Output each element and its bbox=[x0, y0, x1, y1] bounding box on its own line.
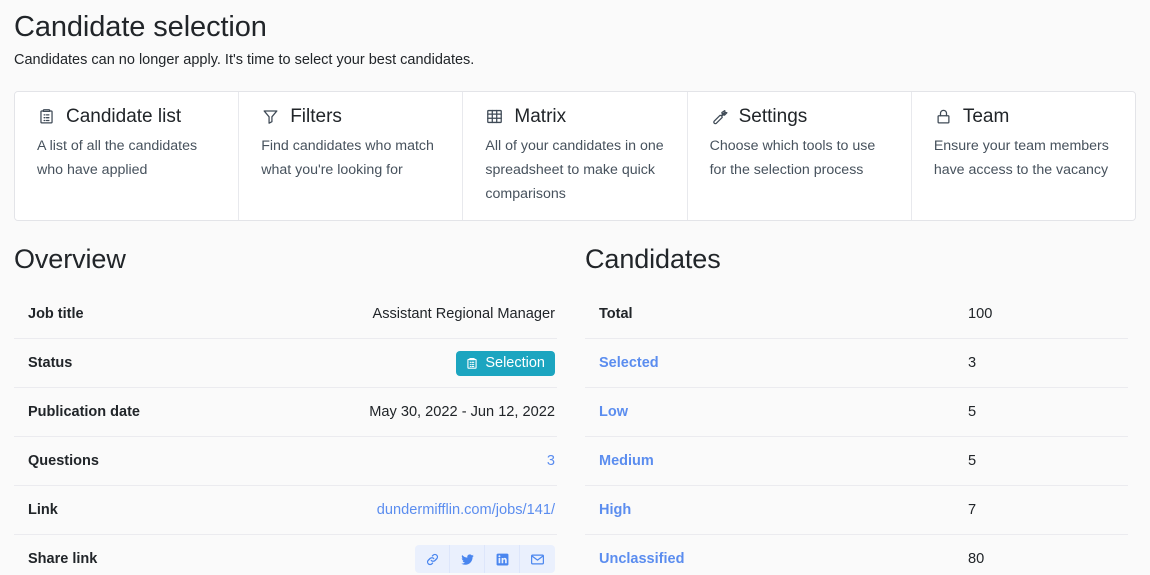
row-label: Total bbox=[599, 306, 633, 323]
row-value: 80 bbox=[968, 551, 985, 568]
share-email-button[interactable] bbox=[520, 545, 555, 574]
nav-card-description: Choose which tools to use for the select… bbox=[709, 138, 876, 179]
nav-card-candidate-list[interactable]: Candidate list A list of all the candida… bbox=[15, 91, 240, 220]
row-value: 7 bbox=[968, 502, 977, 519]
nav-card-header: Candidate list bbox=[37, 106, 218, 129]
row-label: Job title bbox=[28, 306, 84, 323]
candidates-row-high: High 7 bbox=[585, 486, 1128, 536]
candidates-row-low: Low 5 bbox=[585, 388, 1128, 438]
link-icon bbox=[425, 552, 440, 567]
nav-card-title: Team bbox=[962, 105, 1010, 127]
nav-card-title: Settings bbox=[738, 105, 808, 127]
overview-row-job-title: Job title Assistant Regional Manager bbox=[14, 290, 557, 340]
overview-title: Overview bbox=[14, 243, 126, 274]
candidates-section: Candidates Total 100 Selected 3 Low 5 Me… bbox=[585, 243, 1128, 575]
nav-card-team[interactable]: Team Ensure your team members have acces… bbox=[911, 91, 1135, 220]
overview-row-questions: Questions 3 bbox=[14, 437, 557, 487]
linkedin-icon bbox=[495, 552, 510, 567]
lock-icon bbox=[934, 107, 953, 126]
nav-card-title: Filters bbox=[290, 105, 342, 127]
candidates-filter-high[interactable]: High bbox=[599, 502, 631, 518]
share-linkedin-button[interactable] bbox=[485, 545, 520, 574]
nav-card-title: Candidate list bbox=[66, 105, 182, 127]
row-label: Link bbox=[28, 502, 58, 519]
row-value: 3 bbox=[968, 355, 977, 372]
candidates-row-total: Total 100 bbox=[585, 290, 1128, 340]
overview-section: Overview Job title Assistant Regional Ma… bbox=[14, 243, 557, 575]
clipboard-list-icon bbox=[465, 356, 479, 371]
wrench-icon bbox=[710, 107, 729, 126]
nav-card-matrix[interactable]: Matrix All of your candidates in one spr… bbox=[463, 91, 688, 220]
copy-link-button[interactable] bbox=[415, 545, 450, 574]
row-label: Status bbox=[28, 355, 73, 372]
row-label: Questions bbox=[28, 453, 99, 470]
row-value: 100 bbox=[968, 306, 993, 323]
nav-card-title: Matrix bbox=[514, 105, 567, 127]
page-root: Candidate selection Candidates can no lo… bbox=[0, 0, 1150, 575]
twitter-icon bbox=[460, 552, 475, 567]
questions-count-link[interactable]: 3 bbox=[547, 453, 555, 469]
candidates-row-medium: Medium 5 bbox=[585, 437, 1128, 487]
envelope-icon bbox=[530, 552, 545, 567]
overview-row-publication-date: Publication date May 30, 2022 - Jun 12, … bbox=[14, 388, 557, 438]
candidates-title: Candidates bbox=[585, 243, 721, 274]
table-grid-icon bbox=[485, 107, 504, 126]
nav-card-description: Find candidates who match what you're lo… bbox=[261, 138, 434, 179]
candidates-filter-unclassified[interactable]: Unclassified bbox=[599, 551, 684, 567]
nav-card-header: Filters bbox=[261, 106, 442, 129]
clipboard-list-icon bbox=[37, 107, 56, 126]
row-label: Share link bbox=[28, 551, 98, 568]
vacancy-url-link[interactable]: dundermifflin.com/jobs/141/ bbox=[377, 502, 555, 518]
nav-card-settings[interactable]: Settings Choose which tools to use for t… bbox=[687, 91, 912, 220]
detail-columns: Overview Job title Assistant Regional Ma… bbox=[14, 243, 1136, 575]
overview-row-status: Status Selection bbox=[14, 339, 557, 389]
nav-card-description: A list of all the candidates who have ap… bbox=[37, 138, 198, 179]
funnel-icon bbox=[261, 107, 280, 126]
overview-row-link: Link dundermifflin.com/jobs/141/ bbox=[14, 486, 557, 536]
nav-card-filters[interactable]: Filters Find candidates who match what y… bbox=[239, 91, 464, 220]
nav-card-header: Matrix bbox=[485, 106, 666, 129]
status-badge-label: Selection bbox=[485, 355, 545, 372]
row-value: 5 bbox=[968, 404, 977, 421]
nav-card-description: Ensure your team members have access to … bbox=[933, 138, 1109, 179]
status-badge[interactable]: Selection bbox=[456, 350, 555, 376]
candidates-row-unclassified: Unclassified 80 bbox=[585, 535, 1128, 575]
nav-card-description: All of your candidates in one spreadshee… bbox=[485, 138, 664, 202]
candidates-table: Total 100 Selected 3 Low 5 Medium 5 High bbox=[585, 290, 1128, 575]
nav-card-header: Team bbox=[934, 106, 1115, 129]
row-label: Publication date bbox=[28, 404, 140, 421]
row-value: Assistant Regional Manager bbox=[372, 306, 555, 323]
candidates-filter-low[interactable]: Low bbox=[599, 404, 628, 420]
share-twitter-button[interactable] bbox=[450, 545, 485, 574]
row-value: 5 bbox=[968, 453, 977, 470]
candidates-filter-medium[interactable]: Medium bbox=[599, 453, 654, 469]
candidates-filter-selected[interactable]: Selected bbox=[599, 355, 659, 371]
candidates-row-selected: Selected 3 bbox=[585, 339, 1128, 389]
page-title: Candidate selection bbox=[14, 11, 267, 43]
nav-card-group: Candidate list A list of all the candida… bbox=[14, 90, 1136, 221]
row-value: May 30, 2022 - Jun 12, 2022 bbox=[369, 404, 555, 421]
nav-card-header: Settings bbox=[710, 106, 891, 129]
page-subtitle: Candidates can no longer apply. It's tim… bbox=[14, 52, 475, 69]
overview-row-share-link: Share link bbox=[14, 535, 557, 575]
share-button-group bbox=[415, 545, 555, 574]
overview-table: Job title Assistant Regional Manager Sta… bbox=[14, 290, 557, 575]
